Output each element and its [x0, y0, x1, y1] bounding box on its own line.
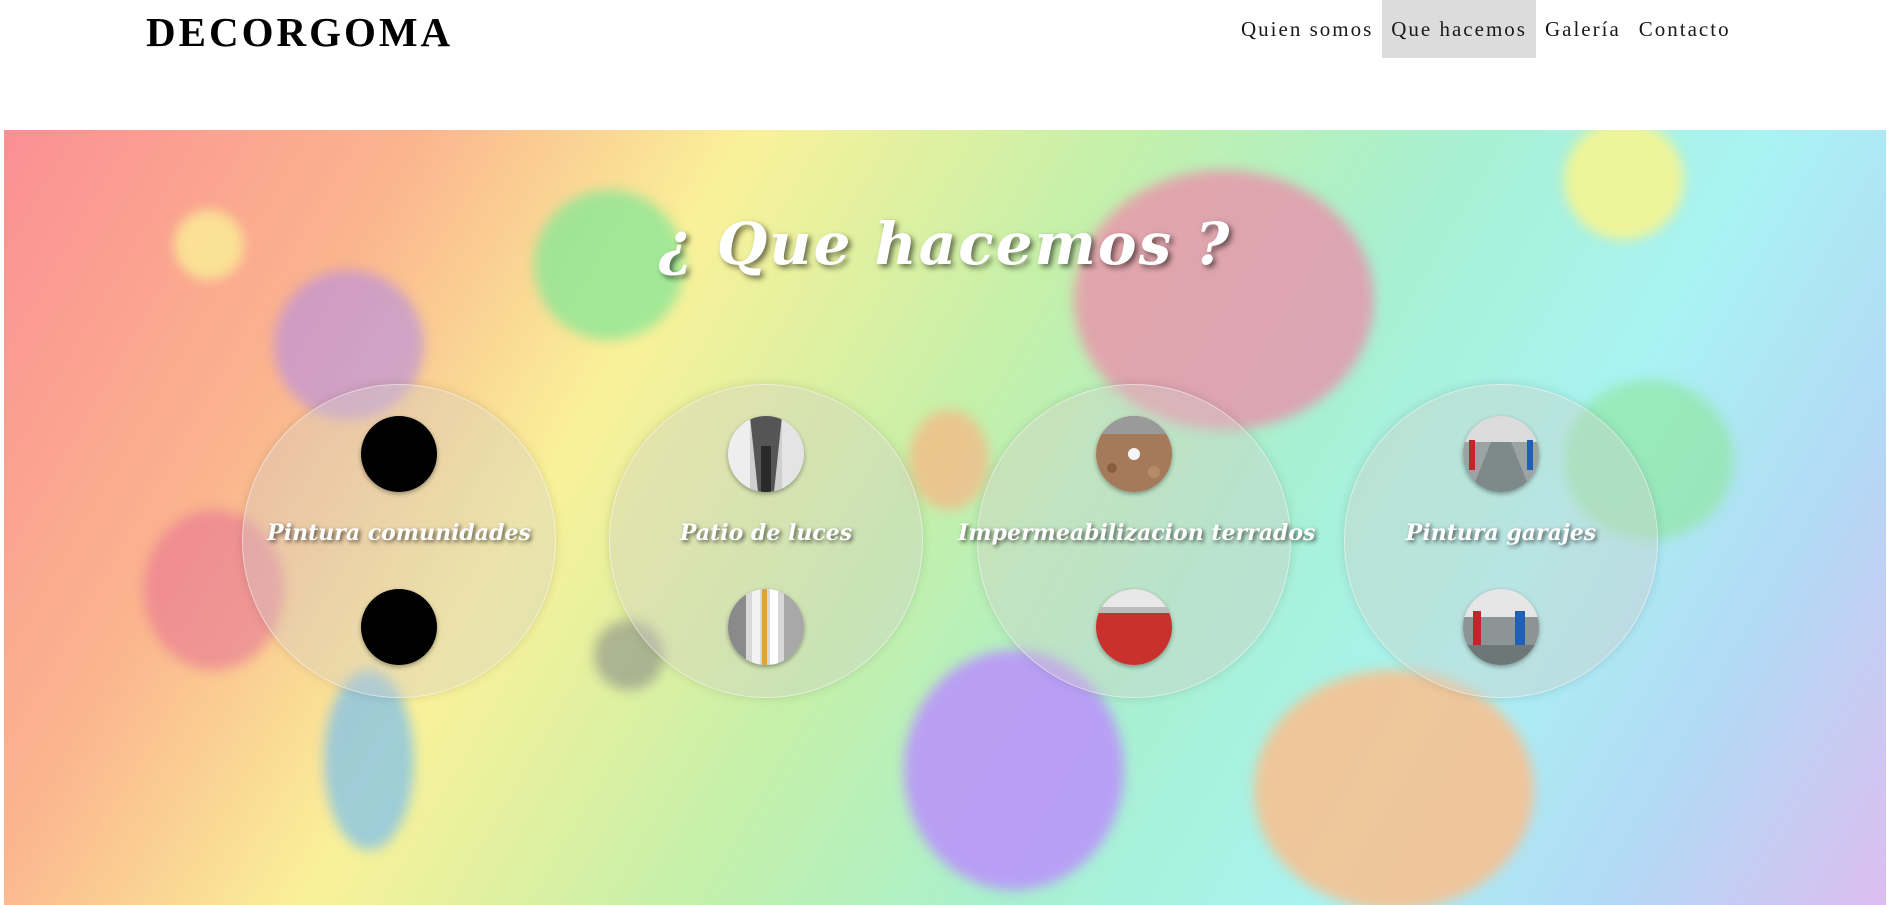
- service-image-garage: [1463, 416, 1539, 492]
- terrace-photo-icon: [1096, 416, 1172, 492]
- service-card-impermeabilizacion[interactable]: Impermeabilizacion terrados: [958, 384, 1315, 698]
- nav-quien-somos[interactable]: Quien somos: [1232, 0, 1382, 58]
- services-grid: Pintura comunidades Patio de luces Imper…: [237, 384, 1658, 698]
- main-nav: Quien somos Que hacemos Galería Contacto: [1232, 0, 1740, 58]
- nav-galeria[interactable]: Galería: [1536, 0, 1630, 58]
- service-image-terrace: [1096, 416, 1172, 492]
- service-card-pintura-comunidades[interactable]: Pintura comunidades: [242, 384, 556, 698]
- service-image-red-terrace: [1096, 589, 1172, 665]
- page-title: ¿ Que hacemos ?: [658, 210, 1232, 278]
- site-logo[interactable]: DECORGOMA: [146, 6, 453, 58]
- service-card-patio-de-luces[interactable]: Patio de luces: [609, 384, 923, 698]
- background-blob: [1254, 670, 1534, 905]
- service-card-pintura-garajes[interactable]: Pintura garajes: [1344, 384, 1658, 698]
- service-image-patio: [728, 416, 804, 492]
- service-label: Patio de luces: [679, 520, 853, 546]
- garage-columns-photo-icon: [1463, 589, 1539, 665]
- service-label: Pintura comunidades: [267, 520, 531, 546]
- garage-photo-icon: [1463, 416, 1539, 492]
- patio-pipes-photo-icon: [728, 589, 804, 665]
- patio-photo-icon: [728, 416, 804, 492]
- service-image-patio-pipes: [728, 589, 804, 665]
- nav-que-hacemos[interactable]: Que hacemos: [1382, 0, 1536, 58]
- site-header: DECORGOMA Quien somos Que hacemos Galerí…: [0, 0, 1887, 130]
- service-image-garage-columns: [1463, 589, 1539, 665]
- service-image-placeholder: [361, 589, 437, 665]
- service-image-placeholder: [361, 416, 437, 492]
- red-terrace-photo-icon: [1096, 589, 1172, 665]
- service-label: Pintura garajes: [1405, 520, 1597, 546]
- hero-section: ¿ Que hacemos ? Pintura comunidades Pati…: [4, 130, 1886, 905]
- nav-contacto[interactable]: Contacto: [1630, 0, 1740, 58]
- service-label: Impermeabilizacion terrados: [958, 520, 1316, 546]
